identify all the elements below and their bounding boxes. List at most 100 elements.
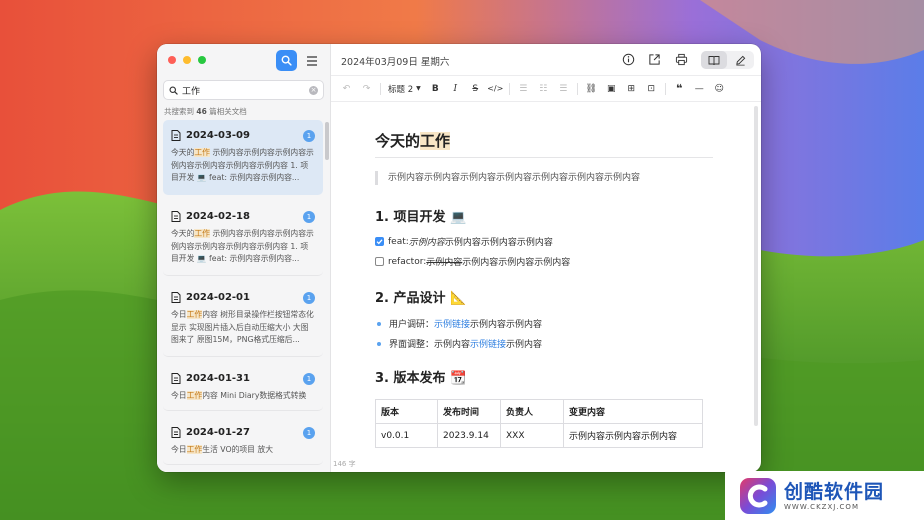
list-item-snippet: 今天的工作 示例内容示例内容示例内容示例内容示例内容示例内容示例内容 1. 项目… [171,148,314,182]
menu-button[interactable] [305,53,319,67]
match-count-badge: 1 [303,427,315,439]
toolbar-divider [508,82,510,95]
zoom-button[interactable] [198,56,206,64]
list-item-date: 2024-02-01 [186,292,250,303]
search-toggle-button[interactable] [276,50,297,71]
task-list-icon[interactable]: ☰ [557,82,570,95]
match-count-badge: 1 [303,130,315,142]
bullet-list-icon[interactable]: ☰ [517,82,530,95]
editor-header: 2024年03月09日 星期六 [331,44,761,76]
minimize-button[interactable] [183,56,191,64]
close-button[interactable] [168,56,176,64]
search-input[interactable] [182,85,309,95]
pencil-icon [735,55,745,65]
list-item-snippet: 今日工作内容 Mini Diary数据格式转换 [171,391,307,400]
list-item-date: 2024-03-09 [186,130,250,141]
table-header: 变更内容 [563,399,703,424]
book-icon [708,55,720,65]
view-mode-toggle [701,51,754,69]
release-table: 版本 发布时间 负责人 变更内容 v0.0.1 2023.9.14 XXX 示例… [375,399,703,448]
horizontal-rule-icon[interactable]: — [693,82,706,95]
window-controls [168,56,206,64]
document-icon [171,427,181,438]
page-title: 2024年03月09日 星期六 [341,57,450,68]
app-window: × 共搜索到 46 篇相关文档 2024-03-09 1 今天的工作 示例内容示… [157,44,761,472]
list-item[interactable]: 2024-02-01 1 今日工作内容 树形目录操作栏按钮常态化显示 实现图片插… [163,282,323,357]
list-item[interactable]: 2024-02-18 1 今天的工作 示例内容示例内容示例内容示例内容示例内容示… [163,201,323,276]
format-toolbar: ↶ ↷ 标题 2 ▼ B I S </> ☰ ☷ ☰ ⛓ ▣ ⊞ ⊡ ❝ — ☺ [331,76,761,102]
heading-project-dev: 1. 项目开发 💻 [375,210,467,225]
chevron-down-icon: ▼ [416,85,421,92]
inline-link[interactable]: 示例链接 [434,317,470,330]
list-item-date: 2024-01-31 [186,373,250,384]
watermark: 创酷软件园 WWW.CKZXJ.COM [725,471,924,520]
print-icon[interactable] [675,53,688,66]
table-cell[interactable]: v0.0.1 [375,423,438,448]
toolbar-divider [380,82,381,95]
table-header: 发布时间 [437,399,501,424]
image-icon[interactable]: ▣ [605,82,618,95]
toolbar-divider [664,82,666,95]
list-item[interactable]: 2024-03-09 1 今天的工作 示例内容示例内容示例内容示例内容示例内容示… [163,120,323,195]
heading-dropdown[interactable]: 标题 2 ▼ [388,83,421,95]
list-item: 用户调研： 示例链接 示例内容示例内容 [377,317,542,330]
heading-product-design: 2. 产品设计 📐 [375,291,467,306]
link-icon[interactable]: ⛓ [585,82,598,95]
search-icon [281,55,292,66]
redo-icon[interactable]: ↷ [360,82,373,95]
quote-icon[interactable]: ❝ [673,82,686,95]
search-icon [169,85,178,95]
clear-search-icon[interactable]: × [309,85,318,95]
sidebar: × 共搜索到 46 篇相关文档 2024-03-09 1 今天的工作 示例内容示… [157,44,331,472]
match-count-badge: 1 [303,292,315,304]
checkbox-unchecked[interactable] [375,257,384,266]
list-item-date: 2024-01-27 [186,427,250,438]
editor-pane: 2024年03月09日 星期六 ↶ ↷ 标题 2 ▼ B I S </> ☰ ☷… [331,44,761,472]
match-count-badge: 1 [303,373,315,385]
table-cell[interactable]: XXX [500,423,564,448]
editor-scrollbar[interactable] [754,106,758,426]
list-item: 界面调整：示例内容 示例链接 示例内容 [377,337,542,350]
list-item-snippet: 今天的工作 示例内容示例内容示例内容示例内容示例内容示例内容示例内容 1. 项目… [171,229,314,263]
numbered-list-icon[interactable]: ☷ [537,82,550,95]
list-item[interactable]: 2024-01-27 1 今日工作生活 VO的项目 放大 [163,417,323,465]
italic-icon[interactable]: I [449,82,462,95]
document-icon [171,373,181,384]
hamburger-icon [307,56,317,66]
document-icon [171,211,181,222]
table-cell[interactable]: 2023.9.14 [437,423,501,448]
bullet-icon [377,321,381,326]
search-result-count: 共搜索到 46 篇相关文档 [164,107,247,116]
list-item[interactable]: 2024-01-31 1 今日工作内容 Mini Diary数据格式转换 [163,363,323,411]
blockquote: 示例内容示例内容示例内容示例内容示例内容示例内容示例内容 [375,171,640,185]
document-title: 今天的工作 [375,132,451,150]
checkbox-checked[interactable] [375,237,384,246]
bullet-icon [377,341,381,346]
share-icon[interactable] [648,53,661,66]
bold-icon[interactable]: B [429,82,442,95]
document-icon [171,292,181,303]
info-icon[interactable] [622,53,635,66]
table-header-row: 版本 发布时间 负责人 变更内容 [375,399,703,424]
strikethrough-icon[interactable]: S [469,82,482,95]
table-row: v0.0.1 2023.9.14 XXX 示例内容示例内容示例内容 [375,423,703,448]
word-count: 146 字 [333,460,356,468]
emoji-icon[interactable]: ☺ [713,82,726,95]
undo-icon[interactable]: ↶ [340,82,353,95]
edit-mode-button[interactable] [727,51,753,69]
list-item-snippet: 今日工作内容 树形目录操作栏按钮常态化显示 实现图片插入后自动压缩大小 大图图来… [171,310,314,344]
code-icon[interactable]: </> [487,82,503,95]
preview-mode-button[interactable] [701,51,727,69]
code-block-icon[interactable]: ⊡ [645,82,658,95]
document-icon [171,130,181,141]
inline-link[interactable]: 示例链接 [470,337,506,350]
table-icon[interactable]: ⊞ [625,82,638,95]
sidebar-scrollbar[interactable] [325,122,329,160]
search-results-list: 2024-03-09 1 今天的工作 示例内容示例内容示例内容示例内容示例内容示… [163,120,323,471]
match-count-badge: 1 [303,211,315,223]
list-item-date: 2024-02-18 [186,211,250,222]
table-cell[interactable]: 示例内容示例内容示例内容 [563,423,703,448]
watermark-title: 创酷软件园 [784,480,885,503]
table-header: 版本 [375,399,438,424]
list-item-snippet: 今日工作生活 VO的项目 放大 [171,445,274,454]
